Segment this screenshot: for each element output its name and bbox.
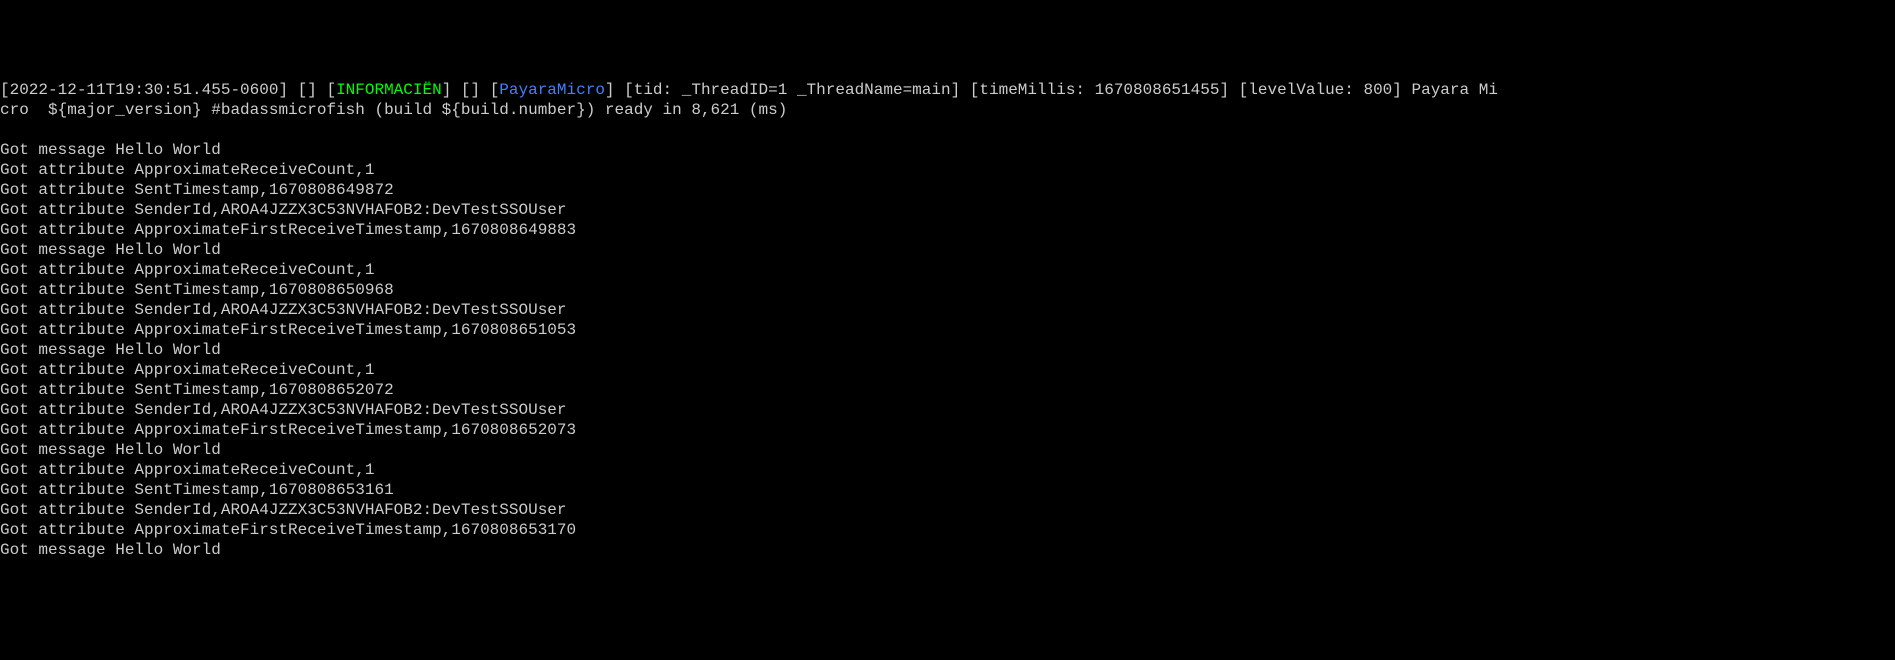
log-header-line: [2022-12-11T19:30:51.455-0600] [] [INFOR… — [0, 81, 1498, 99]
log-output-lines: Got message Hello World Got attribute Ap… — [0, 120, 1895, 560]
terminal-output: [2022-12-11T19:30:51.455-0600] [] [INFOR… — [0, 80, 1895, 560]
log-timestamp: [2022-12-11T19:30:51.455-0600] — [0, 81, 288, 99]
log-empty-bracket: [] — [461, 81, 480, 99]
log-levelvalue: [levelValue: 800] — [1239, 81, 1402, 99]
log-message-part2: cro ${major_version} #badassmicrofish (b… — [0, 101, 787, 119]
log-level: INFORMACIËN — [336, 81, 442, 99]
log-message-part1: Payara Mi — [1412, 81, 1498, 99]
log-empty-bracket: [] — [298, 81, 317, 99]
log-tid: [tid: _ThreadID=1 _ThreadName=main] — [624, 81, 960, 99]
log-timemillis: [timeMillis: 1670808651455] — [970, 81, 1229, 99]
log-source: PayaraMicro — [499, 81, 605, 99]
